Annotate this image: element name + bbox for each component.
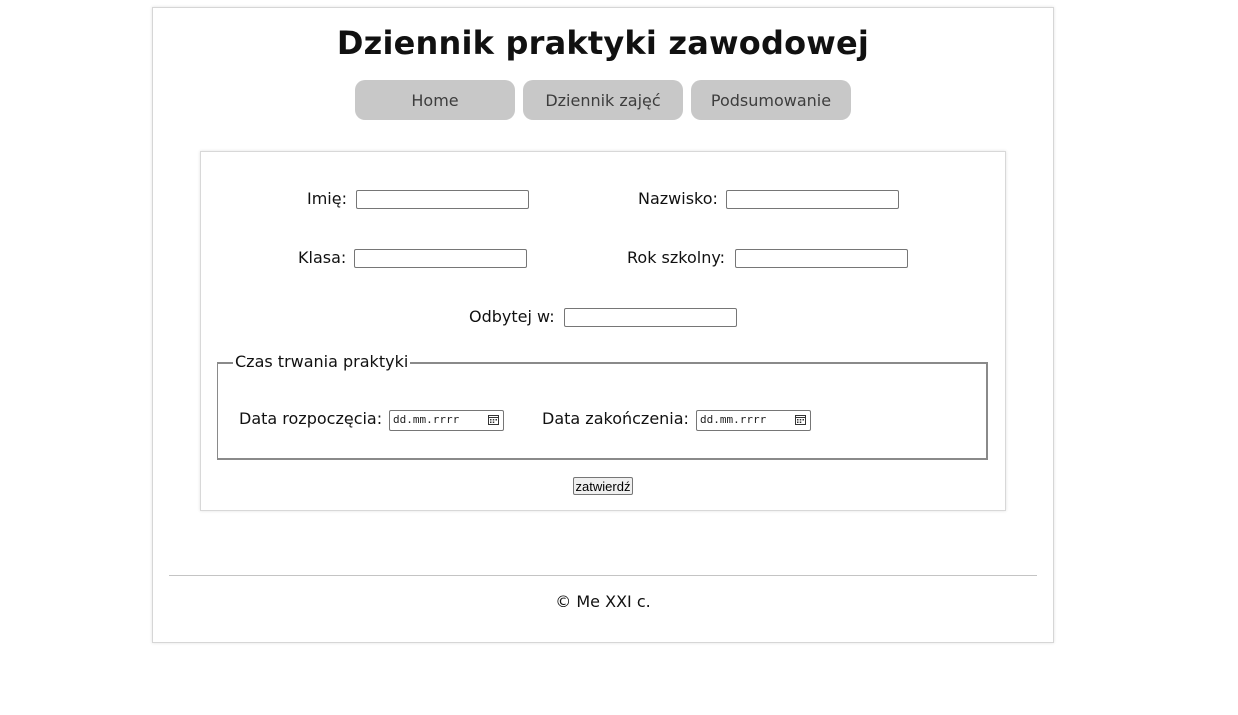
main-nav: Home Dziennik zajęć Podsumowanie	[153, 80, 1053, 120]
practice-form: Imię: Nazwisko: Klasa: Rok szkolny: Odby…	[200, 151, 1006, 511]
start-date-label: Data rozpoczęcia:	[239, 409, 383, 428]
end-date-placeholder: dd.mm.rrrr	[700, 413, 767, 426]
nav-home-button[interactable]: Home	[355, 80, 515, 120]
class-label: Klasa:	[298, 248, 347, 267]
calendar-icon[interactable]	[488, 414, 499, 425]
nav-summary-button[interactable]: Podsumowanie	[691, 80, 851, 120]
place-field[interactable]	[564, 308, 737, 327]
end-date-label: Data zakończenia:	[542, 409, 689, 428]
end-date-field[interactable]: dd.mm.rrrr	[696, 410, 811, 431]
footer-text: © Me XXI c.	[555, 592, 651, 611]
last-name-label: Nazwisko:	[638, 189, 718, 208]
school-year-field[interactable]	[735, 249, 908, 268]
start-date-field[interactable]: dd.mm.rrrr	[389, 410, 504, 431]
page-title: Dziennik praktyki zawodowej	[336, 24, 870, 62]
submit-button[interactable]: zatwierdź	[573, 477, 633, 495]
period-fieldset: Czas trwania praktyki Data rozpoczęcia: …	[217, 352, 988, 460]
calendar-icon[interactable]	[795, 414, 806, 425]
class-field[interactable]	[354, 249, 527, 268]
first-name-label: Imię:	[307, 189, 347, 208]
start-date-placeholder: dd.mm.rrrr	[393, 413, 460, 426]
first-name-field[interactable]	[356, 190, 529, 209]
period-legend: Czas trwania praktyki	[233, 352, 411, 372]
footer-divider	[169, 575, 1037, 576]
place-label: Odbytej w:	[469, 307, 555, 326]
last-name-field[interactable]	[726, 190, 899, 209]
page-container: Dziennik praktyki zawodowej Home Dzienni…	[152, 7, 1054, 643]
school-year-label: Rok szkolny:	[627, 248, 726, 267]
nav-journal-button[interactable]: Dziennik zajęć	[523, 80, 683, 120]
